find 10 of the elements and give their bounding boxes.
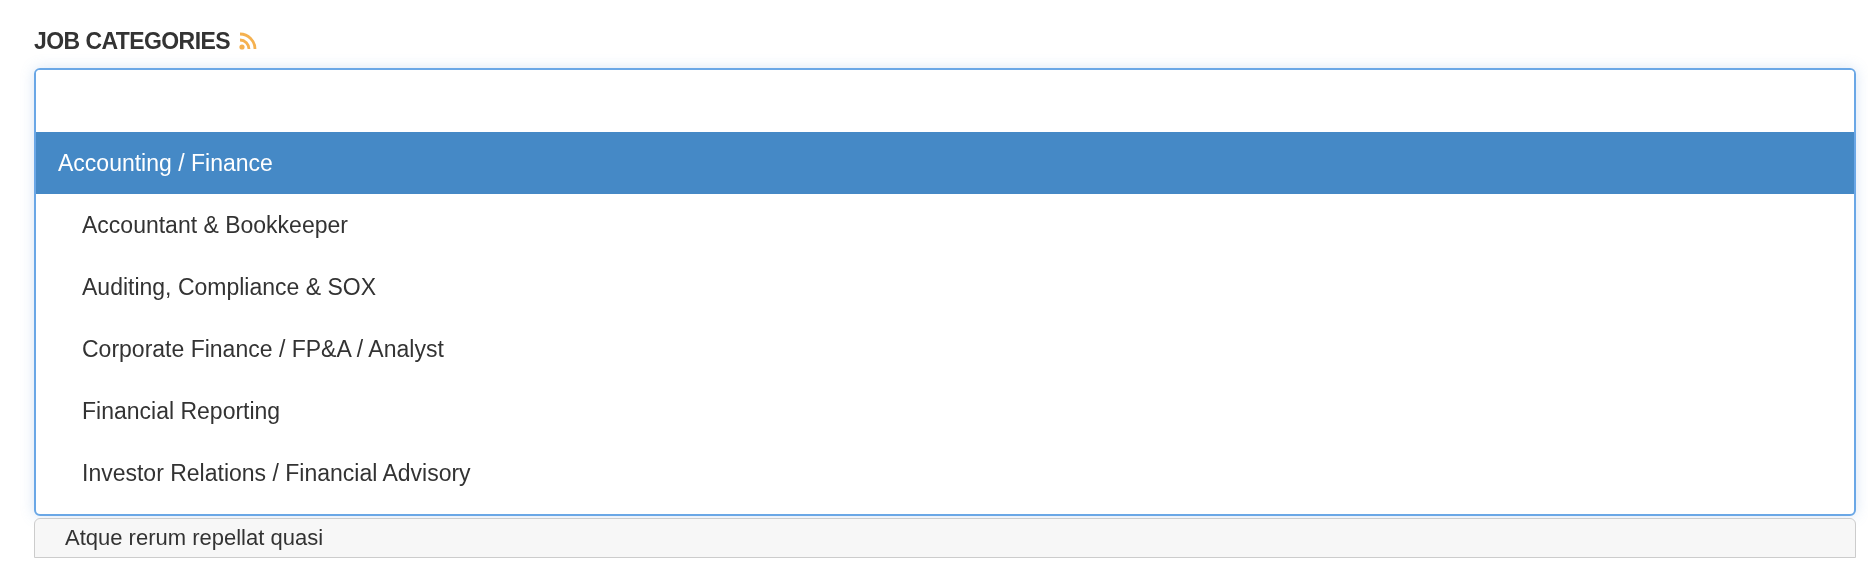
- section-heading: JOB CATEGORIES: [34, 26, 230, 56]
- dropdown-option[interactable]: Auditing, Compliance & SOX: [36, 256, 1854, 318]
- search-field[interactable]: [36, 70, 1854, 132]
- dropdown-option[interactable]: Financial Reporting: [36, 380, 1854, 442]
- dropdown-option[interactable]: Investor Relations / Financial Advisory: [36, 442, 1854, 504]
- dropdown-option[interactable]: Corporate Finance / FP&A / Analyst: [36, 318, 1854, 380]
- rss-icon: [238, 31, 258, 51]
- text-field[interactable]: Atque rerum repellat quasi: [34, 518, 1856, 558]
- dropdown-option[interactable]: Accountant & Bookkeeper: [36, 194, 1854, 256]
- dropdown-option[interactable]: Accounting / Finance: [36, 132, 1854, 194]
